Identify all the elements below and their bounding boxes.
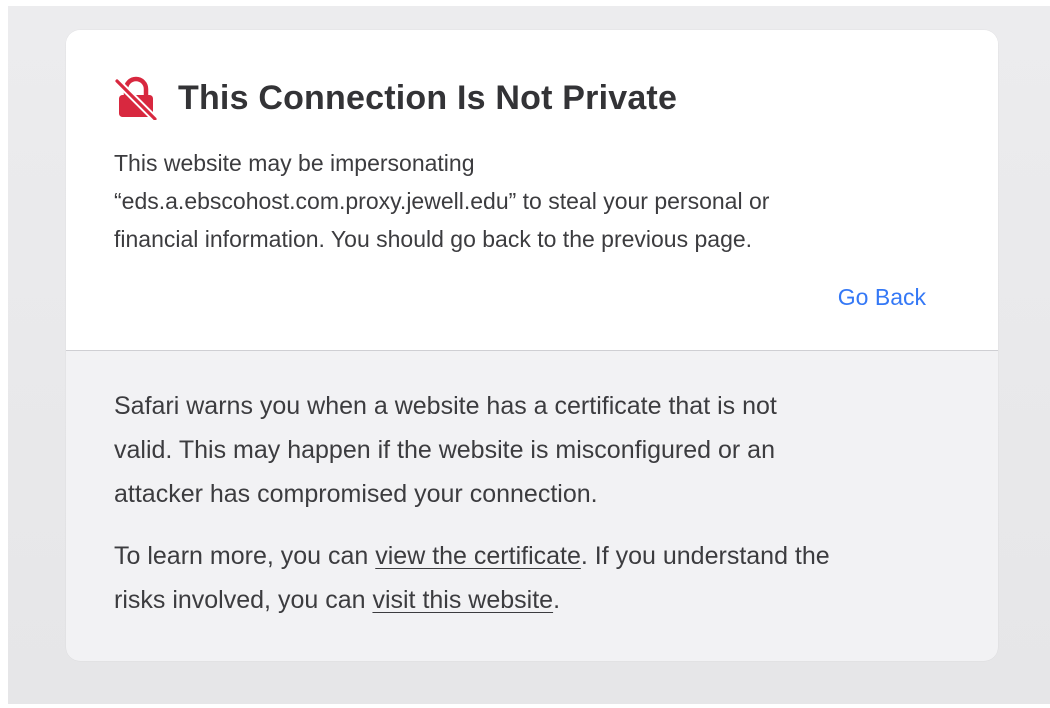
warning-header-section: This Connection Is Not Private This webs… xyxy=(66,30,998,351)
warning-description-line: This website may be impersonating xyxy=(114,150,475,176)
visit-website-link[interactable]: visit this website xyxy=(372,586,553,614)
screenshot-frame-bottom xyxy=(0,704,1050,708)
safari-warning-page: This Connection Is Not Private This webs… xyxy=(0,0,1050,708)
page-title: This Connection Is Not Private xyxy=(178,78,678,117)
details-text: To learn more, you can xyxy=(114,542,376,570)
screenshot-frame-top xyxy=(0,0,1050,6)
go-back-button[interactable]: Go Back xyxy=(838,284,926,311)
warning-description-line: “eds.a.ebscohost.com.proxy.jewell.edu” t… xyxy=(114,188,770,214)
warning-details: Safari warns you when a website has a ce… xyxy=(114,384,954,640)
details-text: risks involved, you can xyxy=(114,586,373,614)
details-paragraph-1: Safari warns you when a website has a ce… xyxy=(114,384,954,516)
title-row: This Connection Is Not Private xyxy=(113,76,678,123)
view-certificate-link[interactable]: view the certificate xyxy=(375,542,581,570)
details-text: Safari warns you when a website has a ce… xyxy=(114,392,777,420)
details-text: attacker has compromised your connection… xyxy=(114,480,598,508)
details-paragraph-2: To learn more, you can view the certific… xyxy=(114,534,954,622)
warning-description: This website may be impersonating “eds.a… xyxy=(114,144,944,258)
details-text: valid. This may happen if the website is… xyxy=(114,436,775,464)
broken-lock-icon xyxy=(113,76,159,123)
details-text: . xyxy=(553,586,561,614)
details-text: . If you understand the xyxy=(580,542,830,570)
warning-description-line: financial information. You should go bac… xyxy=(114,226,753,252)
warning-card: This Connection Is Not Private This webs… xyxy=(66,30,998,661)
screenshot-frame-left xyxy=(0,0,8,708)
